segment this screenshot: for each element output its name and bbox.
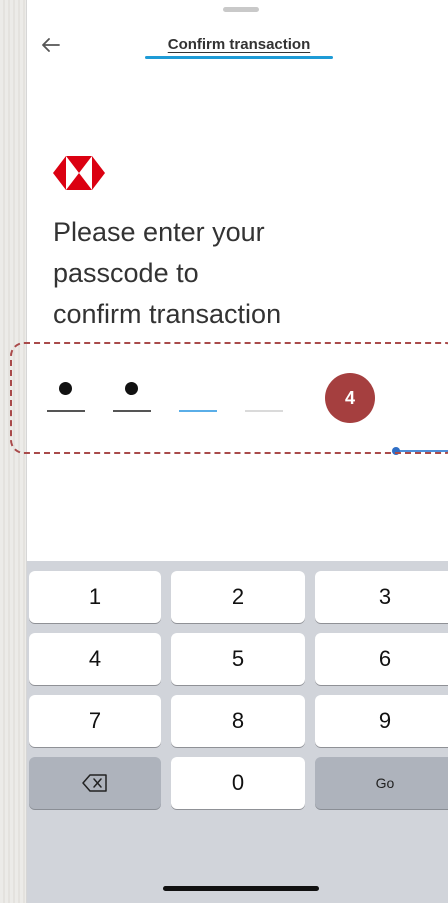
key-0[interactable]: 0 xyxy=(171,757,305,809)
brand-logo xyxy=(53,156,105,190)
key-2[interactable]: 2 xyxy=(171,571,305,623)
prompt-line-2: passcode to xyxy=(53,258,199,288)
highlight-box xyxy=(10,342,448,454)
key-4[interactable]: 4 xyxy=(29,633,161,685)
key-3[interactable]: 3 xyxy=(315,571,448,623)
numeric-keypad: 1 2 3 4 5 6 7 8 9 0 Go xyxy=(27,561,448,903)
arrow-left-icon xyxy=(42,38,60,52)
key-7[interactable]: 7 xyxy=(29,695,161,747)
title-highlight xyxy=(145,56,333,59)
key-5[interactable]: 5 xyxy=(171,633,305,685)
backspace-icon xyxy=(82,774,107,792)
key-6[interactable]: 6 xyxy=(315,633,448,685)
key-8[interactable]: 8 xyxy=(171,695,305,747)
delete-button[interactable] xyxy=(29,757,161,809)
page-title: Confirm transaction xyxy=(167,36,311,53)
prompt-line-3: confirm transaction xyxy=(53,299,282,329)
prompt-line-1: Please enter your xyxy=(53,217,265,247)
key-9[interactable]: 9 xyxy=(315,695,448,747)
back-button[interactable] xyxy=(39,33,63,57)
go-button[interactable]: Go xyxy=(315,757,448,809)
sheet-grabber[interactable] xyxy=(223,7,259,12)
home-indicator[interactable] xyxy=(163,886,319,891)
key-1[interactable]: 1 xyxy=(29,571,161,623)
passcode-prompt: Please enter your passcode to confirm tr… xyxy=(53,212,423,335)
